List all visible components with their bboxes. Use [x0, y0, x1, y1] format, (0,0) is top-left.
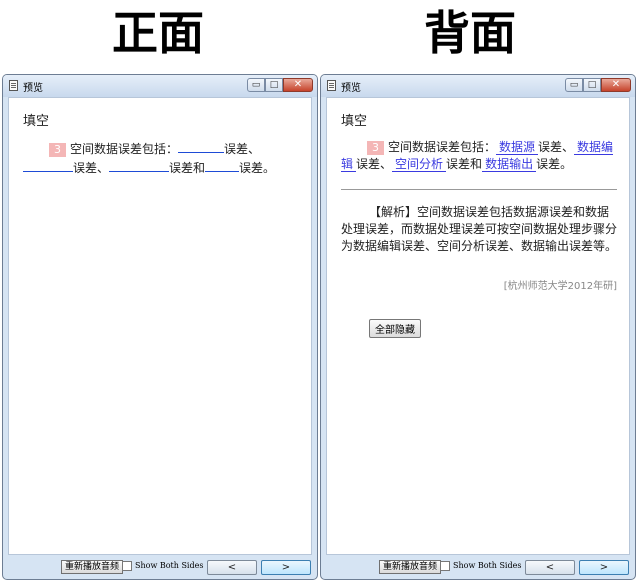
next-button[interactable]: >	[579, 560, 629, 575]
divider	[341, 189, 617, 190]
answer-text: 数据输出	[482, 157, 537, 172]
answer-blank	[178, 139, 225, 153]
close-button[interactable]: ✕	[283, 78, 313, 92]
question-part: 误差、	[224, 142, 261, 156]
question-part: 误差、	[73, 161, 110, 175]
preview-window-front: 预览 ▭ □ ✕ 填空 3 空间数据误差包括： 误差、误差、 误差和 误差。 重新播放音…	[2, 74, 318, 580]
bottom-toolbar: 重新播放音频 Show Both Sides < >	[3, 555, 317, 579]
previous-button[interactable]: <	[207, 560, 257, 575]
card-content: 填空 3 空间数据误差包括： 误差、误差、 误差和 误差。	[8, 97, 312, 555]
front-heading: 正面	[112, 6, 204, 60]
show-both-sides-checkbox[interactable]	[440, 561, 450, 571]
question-part: 误差。	[536, 157, 573, 171]
hide-all-button[interactable]: 全部隐藏	[369, 319, 421, 338]
answer-blank	[109, 158, 170, 172]
question-text: 3 空间数据误差包括： 误差、误差、 误差和 误差。	[23, 139, 299, 177]
bottom-toolbar: 重新播放音频 Show Both Sides < >	[321, 555, 635, 579]
back-heading: 背面	[424, 6, 516, 60]
question-part: 误差、	[356, 157, 393, 171]
app-icon	[327, 80, 336, 91]
maximize-button[interactable]: □	[583, 78, 601, 92]
answer-blank	[209, 158, 240, 172]
question-number-badge: 3	[367, 141, 384, 155]
answer-blank	[23, 158, 73, 172]
card-content: 填空 3 空间数据误差包括： 数据源 误差、 数据编辑 误差、 空间分析 误差和 数据输出 误差。…	[326, 97, 630, 555]
question-text: 3 空间数据误差包括： 数据源 误差、 数据编辑 误差、 空间分析 误差和 数据输出 误差。	[341, 139, 617, 173]
answer-text: 数据源	[496, 140, 539, 155]
question-type-label: 填空	[341, 114, 368, 129]
question-part: 误差、	[538, 140, 575, 154]
app-icon	[9, 80, 18, 91]
show-both-sides-checkbox[interactable]	[122, 561, 132, 571]
maximize-button[interactable]: □	[265, 78, 283, 92]
window-title: 预览	[341, 83, 361, 94]
next-button[interactable]: >	[261, 560, 311, 575]
minimize-button[interactable]: ▭	[565, 78, 583, 92]
source-citation: [杭州师范大学2012年研]	[503, 281, 617, 292]
replay-audio-button[interactable]: 重新播放音频	[61, 560, 124, 574]
close-button[interactable]: ✕	[601, 78, 631, 92]
question-part: 误差和	[169, 161, 206, 175]
replay-audio-button[interactable]: 重新播放音频	[379, 560, 442, 574]
preview-window-back: 预览 ▭ □ ✕ 填空 3 空间数据误差包括： 数据源 误差、 数据编辑 误差、 空间分析误…	[320, 74, 636, 580]
show-both-sides-label[interactable]: Show Both Sides	[135, 561, 203, 570]
window-title: 预览	[23, 83, 43, 94]
answer-text: 空间分析	[392, 157, 447, 172]
analysis-text: 【解析】空间数据误差包括数据源误差和数据处理误差，而数据处理误差可按空间数据处理…	[341, 205, 618, 253]
minimize-button[interactable]: ▭	[247, 78, 265, 92]
title-bar: 预览 ▭ □ ✕	[321, 75, 635, 97]
show-both-sides-label[interactable]: Show Both Sides	[453, 561, 521, 570]
question-part: 误差。	[239, 161, 276, 175]
question-part: 空间数据误差包括：	[388, 140, 497, 154]
question-type-label: 填空	[23, 114, 50, 129]
question-number-badge: 3	[49, 143, 66, 157]
previous-button[interactable]: <	[525, 560, 575, 575]
question-part: 误差和	[446, 157, 483, 171]
title-bar: 预览 ▭ □ ✕	[3, 75, 317, 97]
question-part: 空间数据误差包括：	[70, 142, 179, 156]
